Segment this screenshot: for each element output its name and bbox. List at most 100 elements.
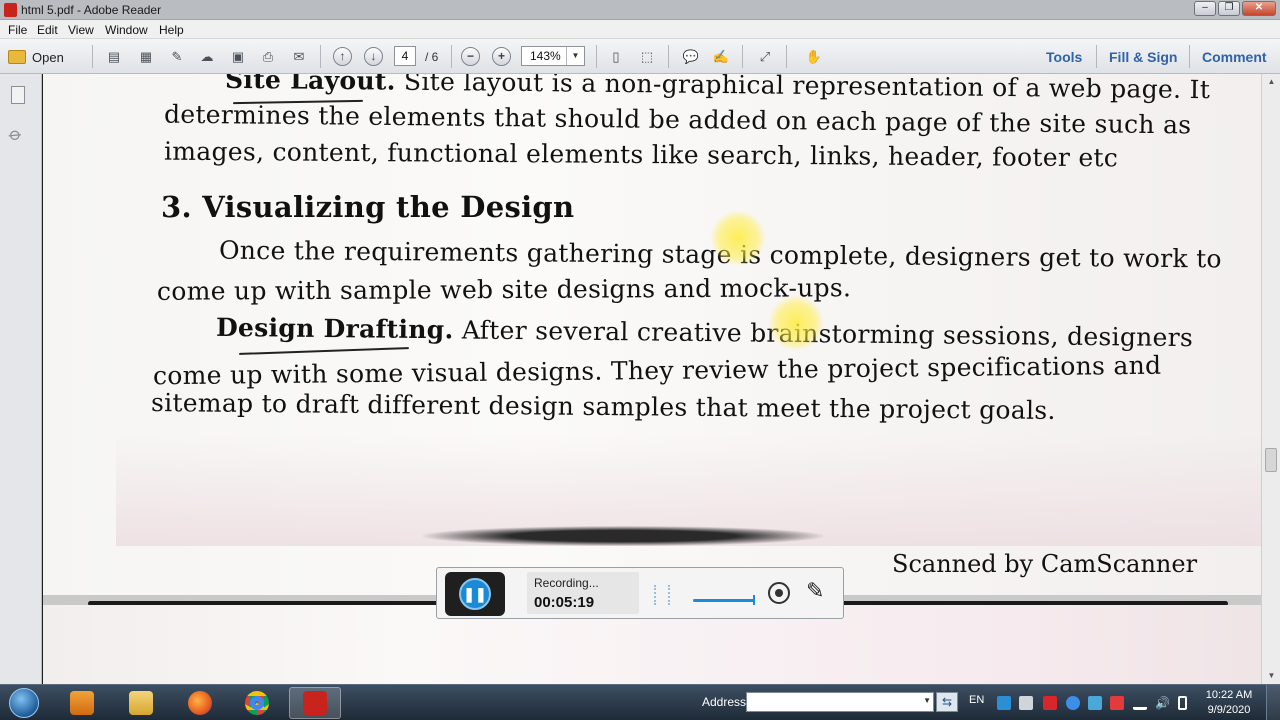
- audio-level-icon: [654, 585, 670, 605]
- tray-app-icon[interactable]: [1019, 696, 1033, 710]
- fit-page-icon[interactable]: ▯: [606, 47, 626, 66]
- adobe-reader-icon: [4, 3, 17, 17]
- bluetooth-icon[interactable]: [1066, 696, 1080, 710]
- maximize-button[interactable]: ❐: [1218, 1, 1240, 16]
- toolbar: Open ▤ ▦ ✎ ☁ ▣ ⎙ ✉ ↑ ↓ − + ▯ ⬚ 💬 ✍ ⤢ ✋ T…: [0, 39, 1280, 74]
- firefox-icon: [188, 691, 212, 715]
- cloud-upload-icon[interactable]: ☁: [197, 47, 217, 66]
- pause-button[interactable]: ❚❚: [445, 572, 505, 616]
- section-heading: 3. Visualizing the Design: [161, 190, 575, 224]
- menu-edit[interactable]: Edit: [37, 23, 58, 37]
- toolbar-separator: [451, 45, 452, 68]
- scanner-watermark: Scanned by CamScanner: [892, 550, 1198, 578]
- zoom-select[interactable]: 143% ▼: [521, 46, 585, 66]
- taskbar-chrome[interactable]: [231, 687, 283, 719]
- taskbar-media-player[interactable]: [56, 687, 108, 719]
- address-label: Address: [702, 695, 747, 709]
- doc-line: Site Layout. Site layout is a non-graphi…: [225, 74, 1210, 104]
- menu-bar: File Edit View Window Help: [0, 20, 1280, 39]
- zoom-in-icon[interactable]: +: [492, 47, 511, 66]
- doc-line: images, content, functional elements lik…: [163, 136, 1119, 173]
- scroll-up-icon[interactable]: ▲: [1262, 74, 1280, 90]
- fill-sign-link[interactable]: Fill & Sign: [1109, 49, 1177, 65]
- toolbar-separator: [92, 45, 93, 68]
- system-clock[interactable]: 10:22 AM 9/9/2020: [1196, 688, 1262, 718]
- doc-line: sitemap to draft different design sample…: [150, 388, 1056, 425]
- page-thumbnails-icon[interactable]: [11, 86, 25, 104]
- create-pdf-icon[interactable]: ▤: [104, 47, 124, 66]
- taskbar: Address ▼ ⇆ EN 🔊 10:22 AM 9/9/2020: [0, 684, 1280, 720]
- comment-link[interactable]: Comment: [1202, 49, 1267, 65]
- next-page-icon[interactable]: ↓: [364, 47, 383, 66]
- pen-icon[interactable]: ✎: [806, 578, 824, 604]
- title-bar: html 5.pdf - Adobe Reader – ❐ ✕: [0, 0, 1280, 20]
- signal-icon[interactable]: [1133, 696, 1147, 710]
- window-title: html 5.pdf - Adobe Reader: [21, 3, 162, 17]
- minimize-button[interactable]: –: [1194, 1, 1216, 16]
- print-icon[interactable]: ⎙: [258, 47, 278, 66]
- scrollbar-thumb[interactable]: [1265, 448, 1277, 472]
- edit-pdf-icon[interactable]: ▦: [136, 47, 156, 66]
- zoom-out-icon[interactable]: −: [461, 47, 480, 66]
- sign-icon[interactable]: ✎: [167, 47, 187, 66]
- start-button[interactable]: [2, 685, 46, 720]
- page-number-input[interactable]: 4: [394, 46, 416, 66]
- menu-window[interactable]: Window: [105, 23, 148, 37]
- cursor-highlight: [769, 296, 823, 350]
- language-indicator[interactable]: EN: [969, 694, 984, 706]
- comment-bubble-icon[interactable]: 💬: [681, 47, 701, 66]
- recording-label: Recording...: [534, 576, 599, 590]
- adobe-reader-icon: [303, 691, 327, 715]
- doc-line: come up with some visual designs. They r…: [152, 350, 1162, 391]
- volume-icon[interactable]: 🔊: [1155, 696, 1170, 710]
- recording-status: Recording... 00:05:19: [527, 572, 639, 614]
- network-app-icon[interactable]: [997, 696, 1011, 710]
- hand-tool-icon[interactable]: ✋: [804, 47, 824, 66]
- address-input[interactable]: ▼: [746, 692, 934, 712]
- webcam-icon[interactable]: [768, 582, 790, 604]
- toolbar-separator: [668, 45, 669, 68]
- previous-page-icon[interactable]: ↑: [333, 47, 352, 66]
- chevron-down-icon[interactable]: ▼: [566, 47, 584, 65]
- taskbar-adobe-reader[interactable]: [289, 687, 341, 719]
- doc-line-text: Site layout is a non-graphical represent…: [395, 74, 1211, 105]
- taskbar-firefox[interactable]: [174, 687, 226, 719]
- show-desktop-button[interactable]: [1266, 685, 1280, 720]
- tray-app-icon[interactable]: [1088, 696, 1102, 710]
- screen-recorder-bar: ❚❚ Recording... 00:05:19 ✎: [436, 567, 844, 619]
- taskbar-explorer[interactable]: [115, 687, 167, 719]
- adobe-reader-window: html 5.pdf - Adobe Reader – ❐ ✕ File Edi…: [0, 0, 1280, 720]
- toolbar-separator: [596, 45, 597, 68]
- doc-line: determines the elements that should be a…: [163, 99, 1192, 140]
- navigation-pane: ⌀: [0, 74, 42, 684]
- doc-line-text: After several creative brainstorming ses…: [453, 315, 1194, 353]
- highlight-icon[interactable]: ✍: [711, 47, 731, 66]
- scanned-page: Site Layout. Site layout is a non-graphi…: [43, 74, 1261, 595]
- open-button[interactable]: Open: [8, 47, 64, 67]
- tools-link[interactable]: Tools: [1046, 49, 1082, 65]
- open-label: Open: [32, 49, 64, 65]
- chevron-down-icon[interactable]: ▼: [923, 696, 931, 705]
- vertical-scrollbar[interactable]: ▲ ▼: [1261, 74, 1280, 684]
- email-icon[interactable]: ✉: [289, 47, 309, 66]
- windows-logo-icon: [9, 688, 39, 718]
- antivirus-icon[interactable]: [1043, 696, 1057, 710]
- scroll-down-icon[interactable]: ▼: [1262, 668, 1280, 684]
- toolbar-separator: [1096, 45, 1097, 68]
- doc-line: Design Drafting. After several creative …: [216, 313, 1193, 352]
- menu-view[interactable]: View: [68, 23, 94, 37]
- close-button[interactable]: ✕: [1242, 1, 1276, 16]
- fit-width-icon[interactable]: ⬚: [637, 47, 657, 66]
- address-go-button[interactable]: ⇆: [936, 692, 958, 712]
- menu-help[interactable]: Help: [159, 23, 184, 37]
- full-screen-icon[interactable]: ⤢: [755, 47, 775, 66]
- menu-file[interactable]: File: [8, 23, 27, 37]
- attachments-icon[interactable]: ⌀: [5, 123, 27, 146]
- action-center-icon[interactable]: [1110, 696, 1124, 710]
- page-fold-shadow: [423, 526, 823, 546]
- toolbar-separator: [742, 45, 743, 68]
- battery-icon[interactable]: [1178, 696, 1187, 710]
- save-icon[interactable]: ▣: [228, 47, 248, 66]
- doc-line-bold-lead: Design Drafting.: [215, 312, 454, 345]
- volume-slider[interactable]: [693, 595, 755, 605]
